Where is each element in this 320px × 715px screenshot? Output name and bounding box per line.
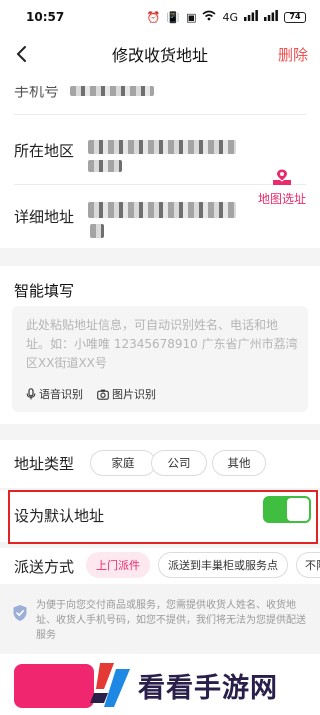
detail-address-value-blurred[interactable]: [88, 202, 236, 218]
image-recognition-button[interactable]: 图片识别: [97, 386, 156, 402]
chevron-left-icon: [16, 46, 26, 62]
delivery-method-card: 派送方式 上门派件 派送到丰巢柜或服务点 不限: [0, 548, 320, 584]
delivery-option-locker[interactable]: 派送到丰巢柜或服务点: [158, 552, 288, 578]
address-type-option-other[interactable]: 其他: [212, 450, 266, 476]
smart-fill-input[interactable]: 此处粘贴地址信息，可自动识别姓名、电话和地址。如：小唯唯 12345678910…: [12, 306, 308, 412]
save-button[interactable]: [14, 664, 94, 708]
delivery-method-label: 派送方式: [14, 558, 75, 576]
status-bar: 10:57 ⏰ 📳 ▣ 4G 74: [0, 0, 320, 34]
watermark-text: 看看手游网: [138, 672, 278, 704]
nav-bar: 修改收货地址 删除: [0, 34, 320, 74]
delivery-option-any[interactable]: 不限: [296, 552, 320, 578]
camera-icon: [97, 389, 109, 400]
address-type-card: 地址类型 家庭 公司 其他: [0, 440, 320, 488]
watermark: 看看手游网: [90, 656, 320, 714]
shield-icon: [13, 605, 27, 621]
address-type-option-company[interactable]: 公司: [151, 450, 207, 476]
back-button[interactable]: [8, 40, 36, 68]
delivery-option-door[interactable]: 上门派件: [86, 552, 150, 578]
address-type-option-home[interactable]: 家庭: [90, 450, 156, 476]
smart-fill-title: 智能填写: [14, 282, 75, 300]
status-icons: ⏰ 📳 ▣ 4G 74: [147, 10, 306, 24]
region-value-blurred-2: [88, 160, 122, 172]
vibrate-icon: 📳: [166, 10, 181, 24]
alarm-icon: ⏰: [146, 10, 161, 24]
map-select-label: 地图选址: [257, 192, 306, 206]
detail-address-value-blurred-2: [90, 224, 104, 238]
smart-fill-actions: 语音识别 图片识别: [26, 386, 156, 402]
bottom-bar: 看看手游网: [0, 654, 320, 715]
map-select-button[interactable]: 地图选址: [252, 168, 312, 207]
watermark-logo-icon: [90, 663, 130, 707]
privacy-notice: 为便于向您交付商品或服务，您需提供收货人姓名、收货地址、收货人手机号码，如您不提…: [0, 590, 320, 642]
phone-label: 手机号: [14, 82, 60, 100]
hd-icon: ▣: [186, 10, 197, 24]
address-info-card: 手机号 所在地区 详细地址 地图选址: [0, 74, 320, 248]
phone-value-blurred[interactable]: [70, 86, 154, 96]
region-value-blurred[interactable]: [88, 140, 236, 154]
page-title: 修改收货地址: [111, 46, 208, 65]
detail-address-label: 详细地址: [14, 208, 75, 226]
highlight-box: [8, 490, 318, 544]
region-label: 所在地区: [14, 142, 75, 160]
image-recognition-label: 图片识别: [112, 388, 156, 401]
privacy-notice-text: 为便于向您交付商品或服务，您需提供收货人姓名、收货地址、收货人手机号码，如您不提…: [36, 600, 306, 641]
status-time: 10:57: [26, 10, 65, 24]
divider: [14, 114, 306, 115]
wifi-icon: [202, 10, 216, 24]
smart-fill-placeholder: 此处粘贴地址信息，可自动识别姓名、电话和地址。如：小唯唯 12345678910…: [26, 318, 298, 370]
network-type: 4G: [222, 10, 238, 24]
battery-icon: 74: [284, 11, 306, 23]
voice-recognition-button[interactable]: 语音识别: [26, 386, 83, 402]
signal-icon-2: [264, 10, 278, 24]
signal-icon: [244, 10, 258, 24]
voice-recognition-label: 语音识别: [39, 388, 83, 401]
smart-fill-card: 智能填写 此处粘贴地址信息，可自动识别姓名、电话和地址。如：小唯唯 123456…: [0, 266, 320, 424]
address-type-label: 地址类型: [14, 455, 75, 473]
default-address-card: 设为默认地址: [0, 490, 320, 544]
delete-button[interactable]: 删除: [278, 44, 308, 65]
map-pin-icon: [273, 168, 291, 185]
microphone-icon: [26, 388, 36, 400]
